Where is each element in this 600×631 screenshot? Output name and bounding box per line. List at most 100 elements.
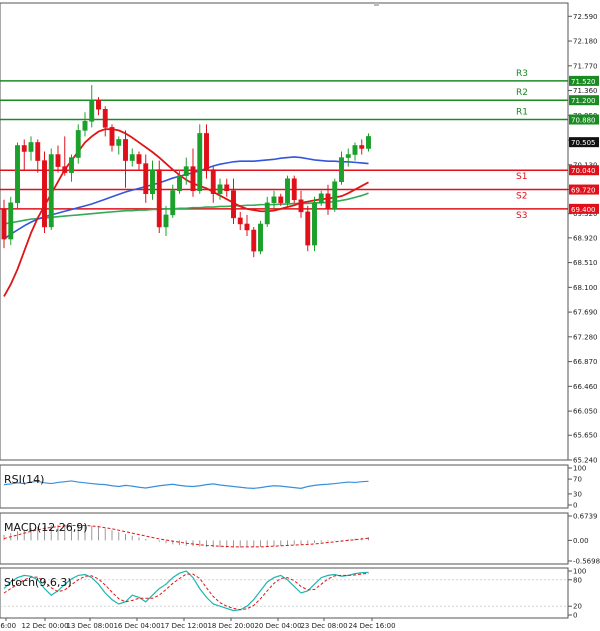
y-tick-label: 72.180 <box>573 38 598 46</box>
y-tick-label: 100 <box>573 465 586 473</box>
candle-body <box>177 175 182 192</box>
y-tick-label: 30 <box>573 490 582 498</box>
chart-canvas: 72.59072.18071.77071.36070.95070.54070.1… <box>0 2 600 630</box>
candle-body <box>217 184 223 195</box>
candle-body <box>21 145 27 152</box>
y-tick-label: 72.590 <box>573 13 598 21</box>
candle-body <box>278 196 284 204</box>
candle-body <box>210 169 216 195</box>
y-tick-label: 68.510 <box>573 259 598 267</box>
panel-title: Stoch(9,6,3) <box>4 576 72 589</box>
x-tick-label: 24 Dec 16:00 <box>348 622 395 630</box>
level-price-label-s2: 69.720 <box>571 187 596 195</box>
candle-body <box>96 99 101 110</box>
candle-body <box>156 169 162 228</box>
candle-body <box>109 127 115 146</box>
rsi-panel: 100 70 30 0 RSI(14) <box>0 464 586 510</box>
candle-body <box>197 133 203 192</box>
candle-body <box>285 178 290 204</box>
candle-body <box>332 181 338 210</box>
candle-body <box>123 139 128 161</box>
y-tick-label: 0 <box>573 502 577 510</box>
stoch-panel: 10080 200 Stoch(9,6,3) <box>0 567 586 620</box>
y-tick-label: 65.240 <box>573 457 598 465</box>
candle-body <box>102 109 108 128</box>
candle-body <box>264 202 270 225</box>
candle-body <box>82 121 88 131</box>
candle-body <box>224 184 230 192</box>
candle-body <box>69 157 74 173</box>
x-tick-label: 16:00 <box>0 622 16 630</box>
candle-body <box>325 193 331 210</box>
y-tick-label: 68.100 <box>573 284 598 292</box>
candle-body <box>244 223 250 231</box>
x-tick-label: 13 Dec 08:00 <box>66 622 113 630</box>
level-name-r1: R1 <box>516 108 528 118</box>
y-tick-label: 66.460 <box>573 383 598 391</box>
candle-body <box>170 190 176 216</box>
candle-body <box>1 208 7 240</box>
y-tick-label: 0.6739 <box>573 513 598 521</box>
level-price-label-r3: 71.520 <box>571 78 596 86</box>
y-tick-label: 66.870 <box>573 358 598 366</box>
candle-body <box>312 202 317 246</box>
candle-body <box>143 163 149 195</box>
y-tick-label: 100 <box>573 568 586 576</box>
y-tick-label: 67.280 <box>573 333 598 341</box>
x-tick-label: 16 Dec 04:00 <box>113 622 160 630</box>
candle-body <box>129 154 135 161</box>
candle-body <box>366 136 371 149</box>
macd-panel: 0.6739 0.00 -0.5698 MACD(12,26,9) <box>0 512 600 566</box>
level-name-r2: R2 <box>516 88 528 98</box>
candle-body <box>291 178 297 201</box>
y-tick-label: 0 <box>573 612 577 620</box>
panel-title: RSI(14) <box>4 473 44 486</box>
candle-body <box>15 145 20 204</box>
level-name-r3: R3 <box>516 69 528 79</box>
y-tick-label: 67.690 <box>573 309 598 317</box>
main-frame <box>0 2 569 461</box>
level-price-label-r1: 70.880 <box>571 117 596 125</box>
candle-body <box>163 214 169 228</box>
candle-body <box>150 169 155 195</box>
y-tick-label: 71.360 <box>573 87 598 95</box>
candle-body <box>359 145 365 149</box>
y-tick-label: 80 <box>573 576 582 584</box>
candle-body <box>318 193 324 204</box>
level-price-label-r2: 71.200 <box>571 97 596 105</box>
candle-body <box>237 217 243 225</box>
candle-body <box>258 223 263 252</box>
candle-body <box>55 154 61 167</box>
x-tick-label: 18 Dec 20:00 <box>207 622 254 630</box>
y-tick-label: 0.00 <box>573 537 589 545</box>
y-tick-label: -0.5698 <box>573 558 600 566</box>
candle-body <box>48 154 54 228</box>
x-tick-label: 17 Dec 12:00 <box>160 622 207 630</box>
y-tick-label: 20 <box>573 603 582 611</box>
candle-body <box>271 196 277 204</box>
candle-body <box>345 154 351 158</box>
candle-body <box>352 145 358 155</box>
candle-body <box>28 142 34 152</box>
candle-body <box>89 99 95 122</box>
level-price-label-s3: 69.400 <box>571 206 596 214</box>
y-tick-label: 68.920 <box>573 234 598 242</box>
candle-body <box>136 154 142 164</box>
panel-frame <box>0 567 569 619</box>
panel-title: MACD(12,26,9) <box>4 521 88 534</box>
level-name-s3: S3 <box>516 211 527 221</box>
x-tick-label: 23 Dec 08:00 <box>300 622 347 630</box>
candle-body <box>251 229 257 252</box>
candle-body <box>62 166 68 173</box>
candle-body <box>42 160 47 228</box>
main-price-panel: 72.59072.18071.77071.36070.95070.54070.1… <box>0 2 599 465</box>
candle-body <box>305 211 311 246</box>
candle-body <box>75 130 81 158</box>
candle-body <box>204 133 209 170</box>
level-price-label-s1: 70.040 <box>571 167 596 175</box>
candle-body <box>231 190 236 219</box>
y-tick-label: 70 <box>573 476 582 484</box>
time-axis: 16:00 12 Dec 00:0013 Dec 08:0016 Dec 04:0… <box>0 618 396 630</box>
level-name-s2: S2 <box>516 192 527 202</box>
candle-body <box>339 157 344 182</box>
